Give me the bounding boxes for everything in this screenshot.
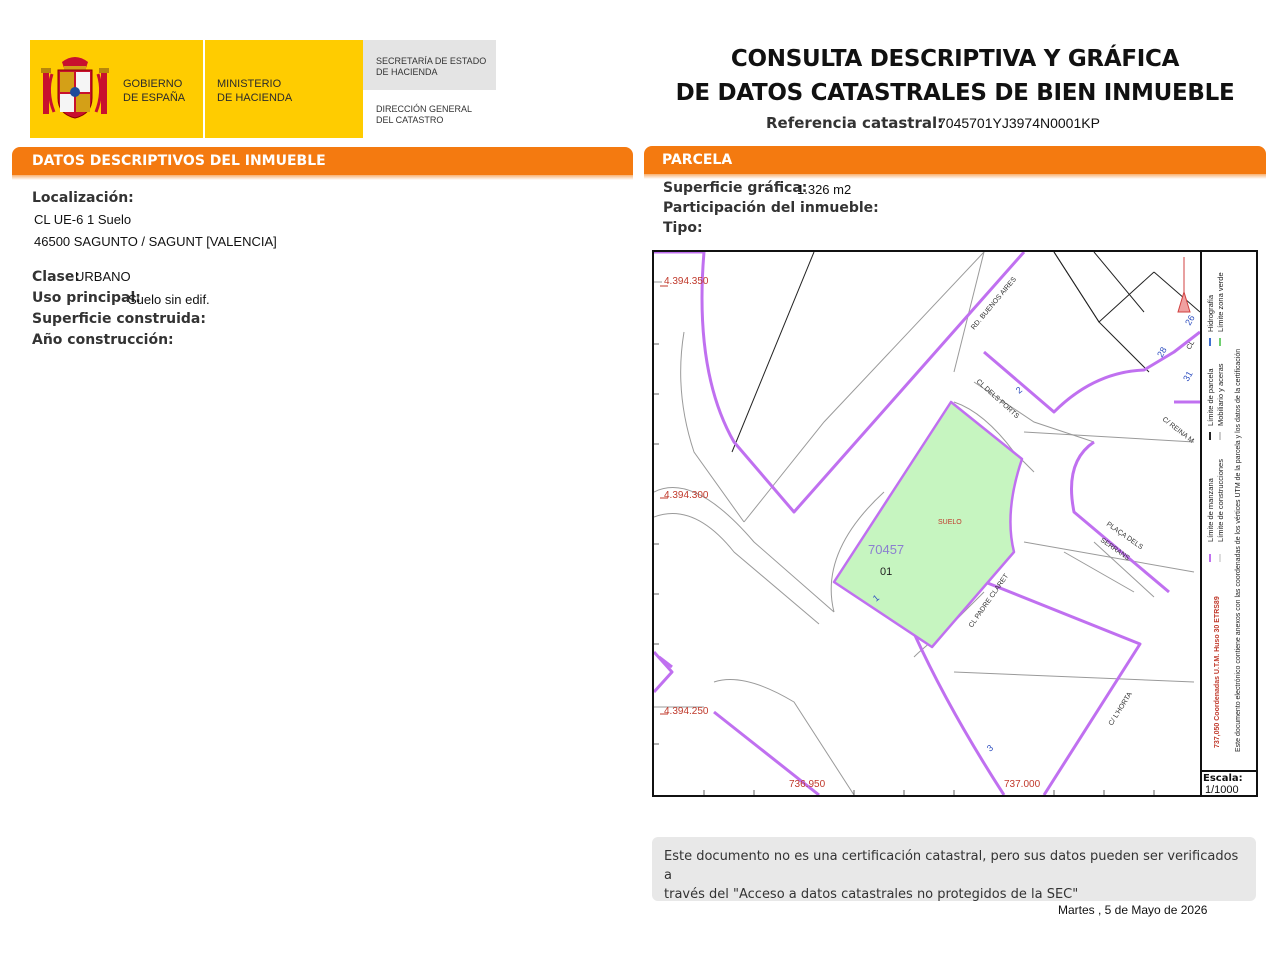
- parcela-section-shadow: [644, 174, 1266, 179]
- tipo-label: Tipo:: [663, 220, 703, 236]
- localizacion-label: Localización:: [32, 190, 134, 206]
- note-line1: Este documento no es una certificación c…: [664, 849, 1239, 883]
- superficie-grafica-label: Superficie gráfica:: [663, 180, 808, 196]
- house-number-26: 26: [1183, 313, 1197, 327]
- house-number-31: 31: [1181, 369, 1195, 383]
- x-label-1: 736.950: [789, 779, 826, 790]
- parcel-number: 70457: [868, 542, 904, 557]
- parcel-sub: 01: [880, 566, 892, 578]
- y-label-1: 4.394.350: [664, 276, 709, 287]
- parcel-polygon: [832, 400, 1024, 649]
- map-legend: Límite de manzana Límite de construccion…: [1206, 272, 1242, 752]
- clase-value: URBANO: [75, 269, 131, 284]
- uso-label: Uso principal:: [32, 290, 141, 306]
- legend-limite-manzana: Límite de manzana: [1206, 477, 1215, 542]
- refcat-label: Referencia catastral:: [766, 114, 944, 132]
- street-label-dels-ports: CL DELS PORTS: [975, 378, 1021, 420]
- datos-section-header: DATOS DESCRIPTIVOS DEL INMUEBLE: [12, 147, 633, 175]
- document-title: CONSULTA DESCRIPTIVA Y GRÁFICA DE DATOS …: [675, 46, 1235, 106]
- logo-divider: [203, 40, 205, 138]
- y-label-2: 4.394.300: [664, 490, 709, 501]
- y-label-3: 4.394.250: [664, 706, 709, 717]
- legend-hidrografia: Hidrografía: [1206, 294, 1215, 332]
- participacion-label: Participación del inmueble:: [663, 200, 879, 216]
- legend-zona-verde: Límite zona verde: [1216, 272, 1225, 332]
- cadastral-map[interactable]: 4.394.350 4.394.300 4.394.250 736.950 73…: [654, 252, 1200, 795]
- disclaimer-note: Este documento no es una certificación c…: [652, 837, 1256, 902]
- logo-block: GOBIERNO DE ESPAÑA MINISTERIO DE HACIEND…: [30, 40, 496, 138]
- anio-construccion-label: Año construcción:: [32, 332, 174, 348]
- note-line2: través del "Acceso a datos catastrales n…: [664, 887, 1079, 902]
- clase-label: Clase:: [32, 269, 80, 285]
- localizacion-line1: CL UE-6 1 Suelo: [34, 212, 132, 227]
- legend-limite-construcciones: Límite de construcciones: [1216, 459, 1225, 542]
- uso-value: Suelo sin edif.: [128, 292, 210, 307]
- legend-limite-parcela: Límite de parcela: [1206, 368, 1215, 426]
- suelo-label: SUELO: [938, 519, 962, 526]
- legend-electronic-note: Este documento electrónico contiene anex…: [1235, 349, 1242, 752]
- secretaria-label: SECRETARÍA DE ESTADO DE HACIENDA: [376, 56, 487, 77]
- legend-coords: 737,050 Coordenadas U.T.M. Huso 30 ETRS8…: [1214, 596, 1221, 748]
- superficie-grafica-value: 1.326 m2: [797, 182, 852, 197]
- parcela-section-header: PARCELA: [644, 146, 1266, 174]
- escala-value: 1/1000: [1205, 784, 1239, 796]
- document-date: Martes , 5 de Mayo de 2026: [1058, 903, 1208, 917]
- direccion-label: DIRECCIÓN GENERAL DEL CATASTRO: [376, 104, 473, 125]
- x-label-2: 737.000: [1004, 779, 1041, 790]
- gobierno-label: GOBIERNO DE ESPAÑA: [123, 78, 186, 104]
- datos-section-shadow: [12, 175, 633, 180]
- street-label-horta: C/ L'HORTA: [1108, 691, 1134, 727]
- refcat-value: 7045701YJ3974N0001KP: [938, 115, 1100, 131]
- superficie-construida-label: Superficie construida:: [32, 311, 206, 327]
- escala-label: Escala:: [1203, 773, 1243, 784]
- legend-mobiliario: Mobiliario y aceras: [1216, 363, 1225, 426]
- house-number-3: 3: [985, 743, 995, 754]
- localizacion-line2: 46500 SAGUNTO / SAGUNT [VALENCIA]: [34, 234, 277, 249]
- coat-of-arms-icon: [41, 57, 109, 119]
- ministerio-label: MINISTERIO DE HACIENDA: [217, 78, 293, 104]
